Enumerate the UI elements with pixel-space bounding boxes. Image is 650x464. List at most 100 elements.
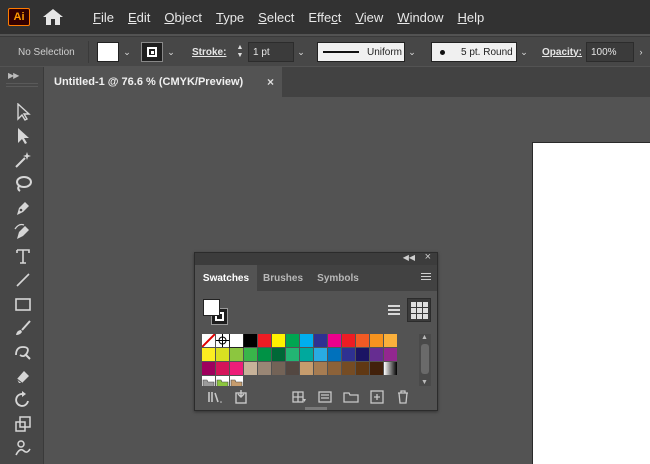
thumbnail-view-button[interactable] <box>407 298 431 322</box>
swatch[interactable] <box>272 334 285 347</box>
pen-tool[interactable] <box>12 197 34 219</box>
collapse-panel-icon[interactable]: ◀◀ <box>403 253 415 262</box>
swatch[interactable] <box>258 334 271 347</box>
swatch[interactable] <box>314 348 327 361</box>
swatch[interactable] <box>230 362 243 375</box>
magic-wand-tool[interactable] <box>12 149 34 171</box>
swatch-gradient[interactable] <box>384 362 397 375</box>
swatch-options-button[interactable] <box>317 390 333 404</box>
new-swatch-button[interactable] <box>369 390 385 404</box>
fill-swatch[interactable] <box>203 299 220 316</box>
place-swatch-button[interactable] <box>233 390 249 404</box>
fill-stroke-indicator[interactable] <box>203 299 229 327</box>
swatch[interactable] <box>314 362 327 375</box>
swatch[interactable] <box>216 362 229 375</box>
swatch-folder-brights[interactable] <box>216 376 229 386</box>
swatch[interactable] <box>328 362 341 375</box>
swatch[interactable] <box>202 362 215 375</box>
swatch-folder-earth[interactable] <box>230 376 243 386</box>
swatch[interactable] <box>328 334 341 347</box>
swatch-scrollbar[interactable]: ▲ ▼ <box>419 334 431 386</box>
swatch[interactable] <box>286 348 299 361</box>
swatch[interactable] <box>314 334 327 347</box>
menu-item[interactable]: Edit <box>121 10 157 25</box>
brush-dropdown[interactable]: ⌄ <box>517 42 531 62</box>
swatch[interactable] <box>229 334 244 348</box>
swatch[interactable] <box>286 334 299 347</box>
scroll-thumb[interactable] <box>421 344 429 374</box>
menu-item[interactable]: Select <box>251 10 301 25</box>
new-color-group-button[interactable] <box>343 390 359 404</box>
close-icon[interactable]: × <box>425 251 431 263</box>
swatch[interactable] <box>342 334 355 347</box>
swatch[interactable] <box>244 334 257 347</box>
swatch[interactable] <box>300 348 313 361</box>
direct-selection-tool[interactable] <box>12 125 34 147</box>
selection-tool[interactable] <box>12 101 34 123</box>
show-swatch-kinds-button[interactable] <box>291 390 307 404</box>
stroke-weight-stepper[interactable]: ▲ ▼ <box>234 42 246 62</box>
panel-menu-icon[interactable] <box>421 273 431 283</box>
stroke-weight-dropdown[interactable]: ⌄ <box>294 42 308 62</box>
swatch-none[interactable] <box>202 334 216 348</box>
type-tool[interactable] <box>12 245 34 267</box>
stroke-weight-field[interactable]: 1 pt <box>248 42 294 62</box>
profile-dropdown[interactable]: ⌄ <box>405 42 419 62</box>
swatch[interactable] <box>272 348 285 361</box>
tab-swatches[interactable]: Swatches <box>195 265 257 291</box>
eraser-tool[interactable] <box>12 365 34 387</box>
scroll-down-icon[interactable]: ▼ <box>421 379 428 386</box>
swatch[interactable] <box>272 362 285 375</box>
stroke-label[interactable]: Stroke: <box>192 42 226 62</box>
swatch[interactable] <box>384 348 397 361</box>
swatch[interactable] <box>258 348 271 361</box>
lasso-tool[interactable] <box>12 173 34 195</box>
swatch[interactable] <box>356 334 369 347</box>
opacity-field[interactable]: 100% <box>586 42 634 62</box>
menu-item[interactable]: View <box>348 10 390 25</box>
artboard[interactable] <box>532 142 650 464</box>
rotate-tool[interactable] <box>12 389 34 411</box>
delete-swatch-button[interactable] <box>395 390 411 404</box>
swatch[interactable] <box>258 362 271 375</box>
variable-width-profile[interactable]: Uniform <box>317 42 405 62</box>
swatch[interactable] <box>356 362 369 375</box>
swatch[interactable] <box>300 334 313 347</box>
panel-title-bar[interactable]: ◀◀ × <box>195 251 437 265</box>
toolbar-drag-handle[interactable] <box>6 83 38 87</box>
menu-item[interactable]: Window <box>390 10 450 25</box>
menu-item[interactable]: Object <box>157 10 209 25</box>
swatch[interactable] <box>356 348 369 361</box>
puppet-warp-tool[interactable] <box>12 437 34 459</box>
swatch[interactable] <box>244 348 257 361</box>
fill-color-swatch[interactable] <box>97 42 119 62</box>
opacity-label[interactable]: Opacity: <box>542 42 582 62</box>
menu-item[interactable]: Help <box>451 10 492 25</box>
stroke-dropdown[interactable]: ⌄ <box>164 42 178 62</box>
menu-item[interactable]: Effect <box>301 10 348 25</box>
curvature-tool[interactable] <box>12 221 34 243</box>
stroke-color-swatch[interactable] <box>141 42 163 62</box>
home-button[interactable] <box>42 8 64 26</box>
swatch[interactable] <box>342 362 355 375</box>
rectangle-tool[interactable] <box>12 293 34 315</box>
swatch[interactable] <box>370 348 383 361</box>
menu-item[interactable]: File <box>86 10 121 25</box>
paintbrush-tool[interactable] <box>12 317 34 339</box>
swatch[interactable] <box>328 348 341 361</box>
swatch[interactable] <box>216 348 229 361</box>
swatch[interactable] <box>342 348 355 361</box>
swatch[interactable] <box>370 362 383 375</box>
shaper-tool[interactable] <box>12 341 34 363</box>
swatch[interactable] <box>230 348 243 361</box>
opacity-dropdown[interactable]: › <box>634 42 648 62</box>
list-view-button[interactable] <box>383 299 405 321</box>
tab-symbols[interactable]: Symbols <box>309 265 367 291</box>
collapse-toolbar-icon[interactable]: ▶▶ <box>8 71 19 80</box>
swatch[interactable] <box>244 362 257 375</box>
menu-item[interactable]: Type <box>209 10 251 25</box>
swatch[interactable] <box>370 334 383 347</box>
swatch[interactable] <box>286 362 299 375</box>
fill-dropdown[interactable]: ⌄ <box>120 42 134 62</box>
swatch[interactable] <box>300 362 313 375</box>
